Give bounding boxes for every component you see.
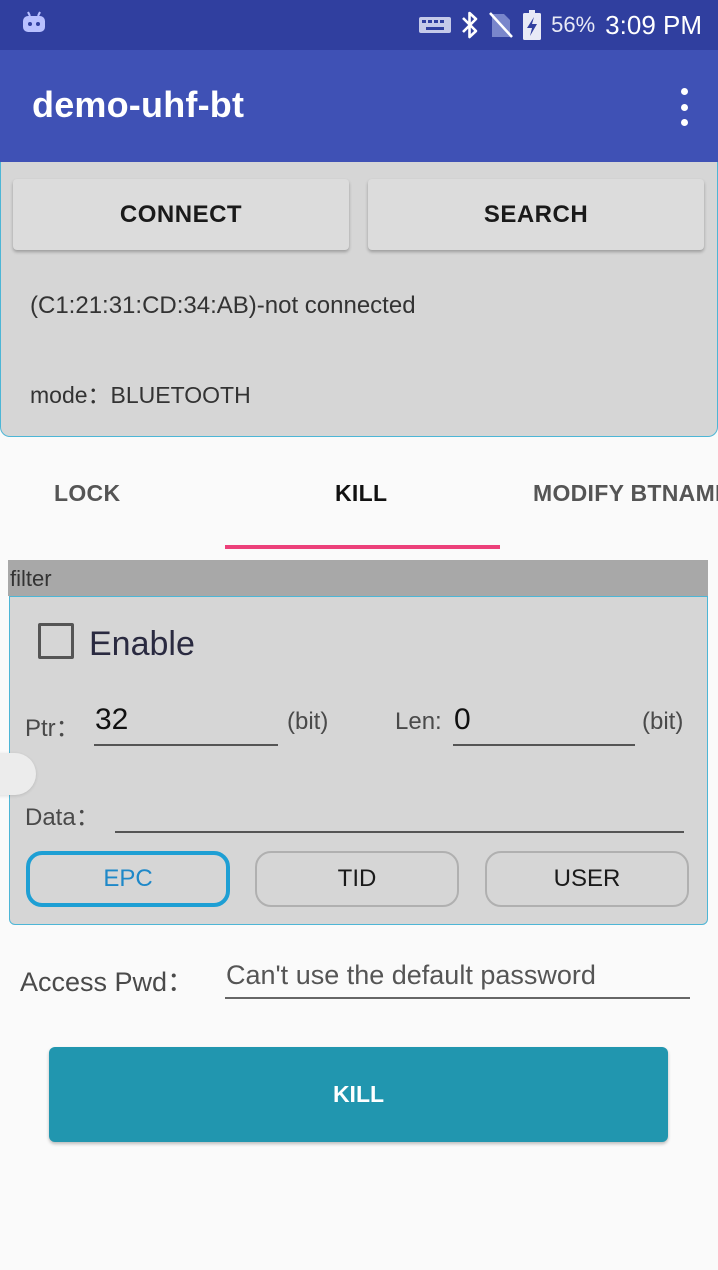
- access-pwd-input[interactable]: [226, 960, 690, 991]
- ptr-unit: (bit): [287, 708, 329, 735]
- access-pwd-underline: [225, 997, 690, 999]
- bluetooth-icon: [462, 11, 478, 39]
- app-bar: demo-uhf-bt: [0, 50, 718, 162]
- connection-status: (C1:21:31:CD:34:AB)-not connected: [30, 292, 416, 319]
- keyboard-icon: [419, 17, 452, 33]
- filter-header: filter: [8, 560, 708, 596]
- enable-label: Enable: [89, 625, 195, 663]
- connect-button[interactable]: CONNECT: [13, 179, 349, 250]
- no-sim-icon: [489, 12, 514, 38]
- kill-button[interactable]: KILL: [49, 1047, 668, 1142]
- tab-kill[interactable]: KILL: [335, 480, 387, 507]
- ptr-label: Ptr：: [25, 715, 80, 742]
- enable-checkbox[interactable]: [38, 623, 74, 659]
- bank-tid-button[interactable]: TID: [255, 851, 459, 907]
- ptr-field[interactable]: 32: [95, 703, 128, 737]
- ptr-underline: [94, 744, 278, 746]
- tab-modify-btname[interactable]: MODIFY BTNAME: [533, 480, 718, 507]
- clock-time: 3:09 PM: [605, 9, 702, 40]
- android-icon: [23, 11, 45, 32]
- tab-lock[interactable]: LOCK: [54, 480, 120, 507]
- bank-epc-button[interactable]: EPC: [26, 851, 230, 907]
- len-underline: [453, 744, 635, 746]
- len-unit: (bit): [642, 708, 684, 735]
- app-title: demo-uhf-bt: [32, 84, 245, 125]
- mode-text: mode：BLUETOOTH: [30, 382, 251, 408]
- connection-panel: CONNECT SEARCH (C1:21:31:CD:34:AB)-not c…: [0, 162, 718, 437]
- battery-percent: 56%: [551, 12, 596, 37]
- overflow-menu-icon[interactable]: [678, 88, 690, 126]
- access-pwd-label: Access Pwd：: [20, 967, 195, 997]
- tab-indicator: [225, 545, 500, 549]
- data-underline: [115, 831, 684, 833]
- len-field[interactable]: 0: [454, 703, 471, 737]
- data-label: Data：: [25, 804, 100, 831]
- search-button[interactable]: SEARCH: [368, 179, 704, 250]
- len-label: Len:: [395, 708, 442, 735]
- bank-user-button[interactable]: USER: [485, 851, 689, 907]
- filter-title: filter: [10, 566, 52, 591]
- tab-bar: LOCK KILL MODIFY BTNAME: [0, 440, 718, 552]
- status-bar: 56% 3:09 PM: [0, 0, 718, 50]
- battery-charging-icon: [523, 10, 542, 40]
